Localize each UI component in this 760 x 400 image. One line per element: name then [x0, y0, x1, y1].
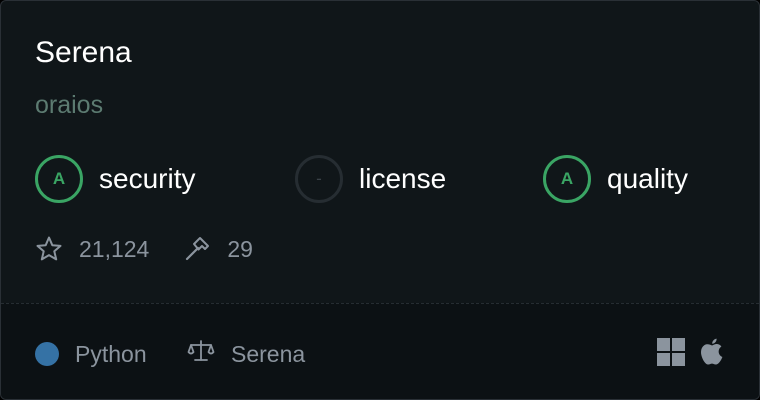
quality-label: quality	[607, 163, 688, 194]
apple-icon	[699, 337, 725, 372]
repo-title[interactable]: Serena	[35, 35, 132, 71]
language-label: Python	[75, 340, 147, 367]
security-score: A security	[35, 155, 195, 203]
card-footer: Python Serena	[1, 303, 759, 399]
scale-icon	[187, 337, 215, 371]
language-color-dot	[35, 342, 59, 366]
language-info: Python	[35, 340, 147, 368]
security-label: security	[99, 163, 196, 194]
hammer-icon	[183, 235, 211, 263]
quality-grade-badge: A	[543, 155, 591, 203]
repo-card[interactable]: Serena oraios A security - license A qua…	[0, 0, 760, 400]
license-grade-badge: -	[295, 155, 343, 203]
tools-stat: 29	[183, 235, 253, 263]
platform-icons	[657, 337, 725, 372]
quality-score: A quality	[543, 155, 688, 203]
repo-owner[interactable]: oraios	[35, 89, 103, 121]
stats-row: 21,124 29	[35, 231, 253, 267]
score-row: A security - license A quality	[35, 155, 735, 203]
tools-count: 29	[227, 235, 253, 262]
stars-stat: 21,124	[35, 235, 149, 263]
security-grade-badge: A	[35, 155, 83, 203]
star-icon	[35, 235, 63, 263]
license-label-text: Serena	[231, 340, 306, 367]
license-label: license	[359, 163, 447, 194]
license-info: Serena	[187, 340, 305, 368]
license-score: - license	[295, 155, 446, 203]
stars-count: 21,124	[79, 235, 150, 262]
windows-icon	[657, 338, 685, 371]
